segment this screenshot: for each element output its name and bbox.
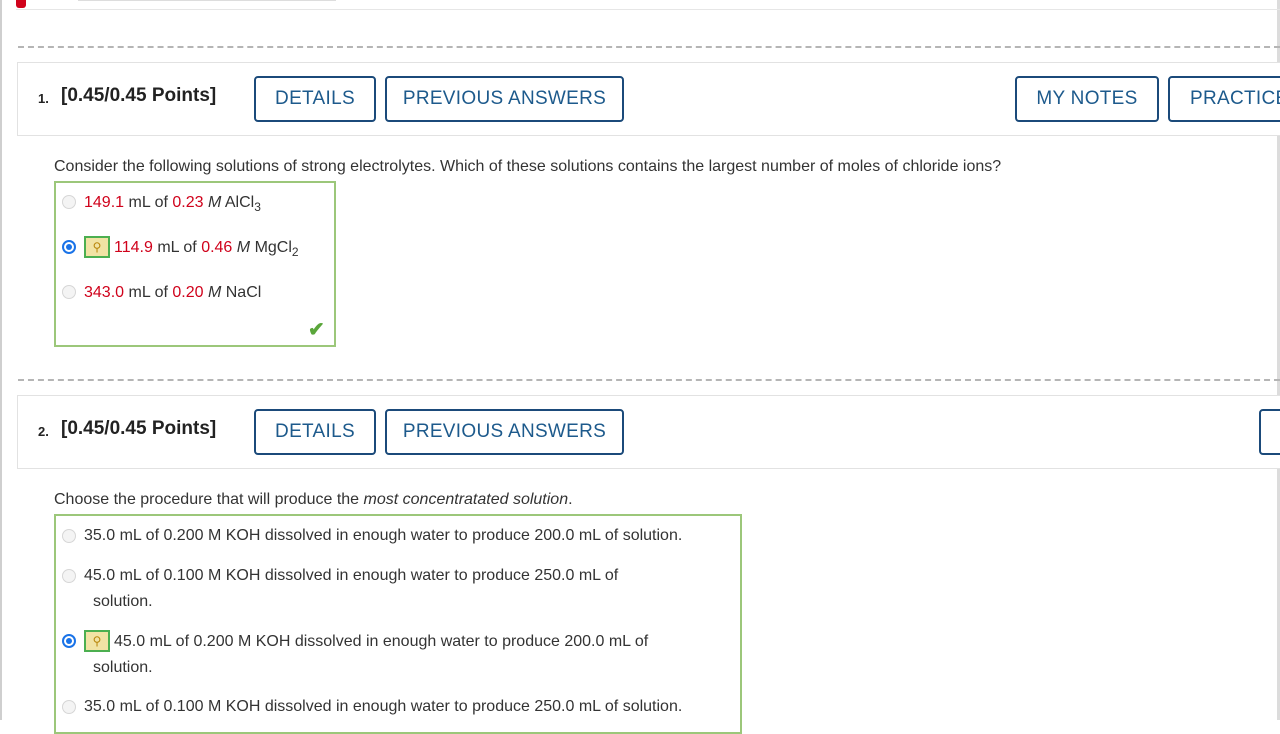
previous-answers-button[interactable]: PREVIOUS ANSWERS (385, 76, 624, 122)
question-2-text: Choose the procedure that will produce t… (54, 491, 573, 508)
answer-option-2[interactable]: 45.0 mL of 0.100 M KOH dissolved in enou… (84, 567, 618, 585)
answer-option-2[interactable]: 114.9 mL of 0.46 M MgCl2 (114, 239, 299, 259)
offscreen-button-edge[interactable] (1259, 409, 1280, 455)
details-button[interactable]: DETAILS (254, 76, 376, 122)
radio-option-3[interactable] (62, 285, 76, 299)
my-notes-button[interactable]: MY NOTES (1015, 76, 1159, 122)
question-1-text: Consider the following solutions of stro… (54, 158, 1002, 175)
question-separator (18, 379, 1280, 381)
answer-option-1[interactable]: 149.1 mL of 0.23 M AlCl3 (84, 194, 261, 214)
question-1-answer-box: 149.1 mL of 0.23 M AlCl3 ⚲ 114.9 mL of 0… (54, 181, 336, 347)
radio-option-3-selected[interactable] (62, 634, 76, 648)
answer-option-4[interactable]: 35.0 mL of 0.100 M KOH dissolved in enou… (84, 698, 682, 716)
top-divider (78, 0, 336, 1)
question-number: 2. (38, 424, 49, 439)
radio-option-1[interactable] (62, 529, 76, 543)
practice-another-button[interactable]: PRACTICE ANOTHER (1168, 76, 1280, 122)
radio-option-4[interactable] (62, 700, 76, 714)
points-label: [0.45/0.45 Points] (61, 85, 217, 106)
answer-option-3[interactable]: 45.0 mL of 0.200 M KOH dissolved in enou… (114, 633, 648, 651)
details-button[interactable]: DETAILS (254, 409, 376, 455)
question-separator (18, 46, 1280, 48)
radio-option-1[interactable] (62, 195, 76, 209)
answer-option-2-wrap: solution. (93, 593, 153, 610)
previous-answers-button[interactable]: PREVIOUS ANSWERS (385, 409, 624, 455)
window-left-edge (0, 0, 2, 720)
answer-option-3[interactable]: 343.0 mL of 0.20 M NaCl (84, 284, 261, 302)
top-red-tab (16, 0, 26, 8)
question-2-answer-box: 35.0 mL of 0.200 M KOH dissolved in enou… (54, 514, 742, 734)
answer-option-1[interactable]: 35.0 mL of 0.200 M KOH dissolved in enou… (84, 527, 682, 545)
question-number: 1. (38, 91, 49, 106)
top-border (16, 9, 1280, 10)
radio-option-2-selected[interactable] (62, 240, 76, 254)
question-2-header: 2. [0.45/0.45 Points] DETAILS PREVIOUS A… (17, 395, 1280, 469)
key-icon: ⚲ (84, 236, 110, 258)
checkmark-icon: ✔ (308, 319, 325, 341)
points-label: [0.45/0.45 Points] (61, 418, 217, 439)
radio-option-2[interactable] (62, 569, 76, 583)
key-icon: ⚲ (84, 630, 110, 652)
question-1-header: 1. [0.45/0.45 Points] DETAILS PREVIOUS A… (17, 62, 1280, 136)
answer-option-3-wrap: solution. (93, 659, 153, 676)
